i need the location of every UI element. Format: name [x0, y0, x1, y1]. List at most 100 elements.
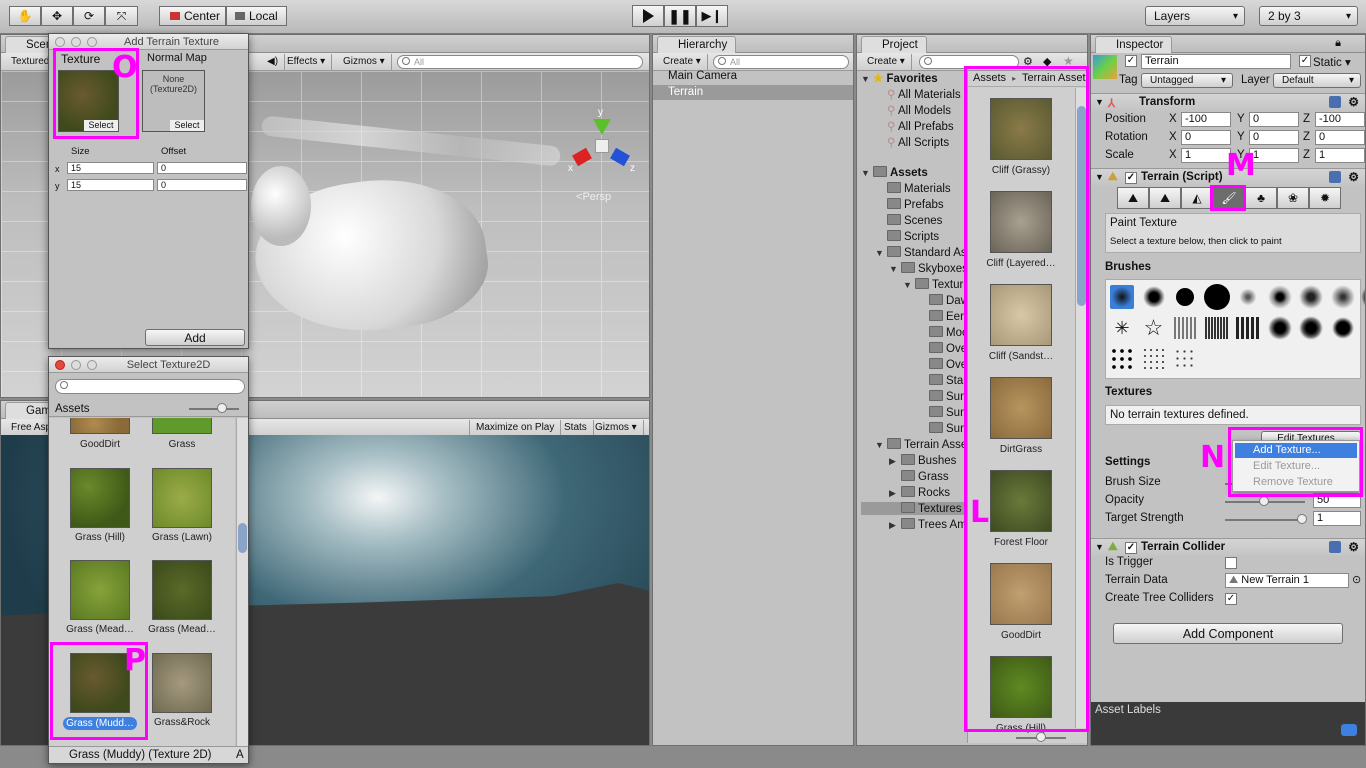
project-folder-item[interactable]: Scenes	[875, 214, 942, 227]
position-z-field[interactable]: -100	[1315, 112, 1365, 127]
create-tree-colliders-checkbox[interactable]: ✓	[1225, 593, 1237, 605]
brush-option[interactable]	[1329, 283, 1357, 311]
gear-icon[interactable]: ⚙	[1348, 95, 1359, 109]
project-folder-item[interactable]: Textures	[861, 502, 967, 515]
hierarchy-search-input[interactable]: All	[713, 55, 849, 69]
brush-option[interactable]	[1234, 314, 1262, 342]
expand-arrow-icon[interactable]: ▼	[903, 280, 915, 290]
brush-option[interactable]	[1360, 283, 1365, 311]
play-button[interactable]	[632, 5, 664, 27]
scene-gizmos-dropdown[interactable]: Gizmos ▾	[337, 54, 392, 70]
brush-option[interactable]	[1108, 345, 1136, 373]
texture-item-grass-hill[interactable]	[70, 468, 130, 528]
paint-height-tool-button[interactable]: ⛰	[1149, 187, 1181, 209]
minimize-icon[interactable]	[71, 37, 81, 47]
texture-item-grass-rock[interactable]	[152, 653, 212, 713]
size-y-field[interactable]: 15	[67, 179, 154, 191]
texture-item-grass-meadow-2[interactable]	[152, 560, 212, 620]
target-strength-slider[interactable]	[1225, 519, 1305, 521]
pivot-local-button[interactable]: Local	[226, 6, 287, 26]
scale-y-field[interactable]: 1	[1249, 148, 1299, 163]
rotation-y-field[interactable]: 0	[1249, 130, 1299, 145]
project-folder-item[interactable]: Scripts	[875, 230, 939, 243]
gear-icon[interactable]: ⚙	[1348, 540, 1359, 554]
step-button[interactable]: ▶❙	[696, 5, 728, 27]
brush-option[interactable]	[1171, 345, 1199, 373]
brush-option[interactable]	[1171, 283, 1199, 311]
add-button[interactable]: Add	[145, 329, 245, 346]
static-dropdown[interactable]: Static ▾	[1313, 55, 1351, 69]
assets-root[interactable]: ▼ Assets	[861, 166, 928, 179]
brush-option[interactable]	[1297, 314, 1325, 342]
project-folder-item[interactable]: ▶ Bushes	[889, 454, 956, 467]
hierarchy-create-dropdown[interactable]: Create ▾	[657, 54, 708, 70]
object-picker-icon[interactable]: ⊙	[1352, 573, 1361, 586]
texture-item-gooddirt[interactable]	[70, 418, 130, 434]
position-x-field[interactable]: -100	[1181, 112, 1231, 127]
brush-option[interactable]	[1297, 283, 1325, 311]
brush-option[interactable]	[1329, 314, 1357, 342]
target-strength-field[interactable]: 1	[1313, 511, 1361, 526]
move-tool-button[interactable]: ✥	[41, 6, 73, 26]
layers-dropdown[interactable]: Layers	[1145, 6, 1245, 26]
normal-select-button[interactable]: Select	[170, 120, 204, 131]
expand-arrow-icon[interactable]: ▼	[875, 248, 887, 258]
expand-arrow-icon[interactable]: ▼	[889, 264, 901, 274]
static-checkbox[interactable]: ✓	[1299, 55, 1311, 67]
project-folder-item[interactable]: Prefabs	[875, 198, 944, 211]
rotate-tool-button[interactable]: ⟳	[73, 6, 105, 26]
texture-item-grass-lawn[interactable]	[152, 468, 212, 528]
zoom-icon[interactable]	[87, 37, 97, 47]
project-folder-item[interactable]: Grass	[889, 470, 949, 483]
size-x-field[interactable]: 15	[67, 162, 154, 174]
favorite-item[interactable]: ⚲ All Prefabs	[887, 119, 954, 133]
expand-arrow-icon[interactable]: ▼	[875, 440, 887, 450]
rotation-z-field[interactable]: 0	[1315, 130, 1365, 145]
pause-button[interactable]: ❚❚	[664, 5, 696, 27]
help-icon[interactable]	[1329, 541, 1341, 553]
zoom-slider-knob[interactable]	[217, 403, 227, 413]
project-folder-item[interactable]: ▼ Skyboxes	[889, 262, 968, 275]
expand-arrow-icon[interactable]: ▶	[889, 520, 901, 531]
hierarchy-item-terrain-selected[interactable]: Terrain	[653, 85, 853, 100]
tab-hierarchy[interactable]: Hierarchy	[657, 36, 737, 53]
terrain-script-enabled-checkbox[interactable]: ✓	[1125, 172, 1137, 184]
brush-option[interactable]	[1266, 283, 1294, 311]
paint-details-tool-button[interactable]: ❀	[1277, 187, 1309, 209]
transform-header[interactable]: ▼ ⅄ Transform ⚙	[1091, 93, 1365, 111]
texture-grid-scrollbar[interactable]	[236, 418, 248, 746]
brush-option[interactable]: ☆	[1140, 314, 1168, 342]
brush-option[interactable]	[1203, 314, 1231, 342]
collider-enabled-checkbox[interactable]: ✓	[1125, 542, 1137, 554]
add-component-button[interactable]: Add Component	[1113, 623, 1343, 644]
texture-item-grass-meadow-1[interactable]	[70, 560, 130, 620]
project-folder-item[interactable]: ▶ Rocks	[889, 486, 950, 499]
brush-option[interactable]	[1140, 283, 1168, 311]
terrain-settings-tool-button[interactable]: ✹	[1309, 187, 1341, 209]
close-icon[interactable]	[55, 360, 65, 370]
gear-icon[interactable]: ⚙	[1348, 170, 1359, 184]
brush-option[interactable]	[1266, 314, 1294, 342]
rotation-x-field[interactable]: 0	[1181, 130, 1231, 145]
project-create-dropdown[interactable]: Create ▾	[861, 54, 912, 70]
scale-tool-button[interactable]: ⤧	[105, 6, 138, 26]
effects-dropdown[interactable]: Effects ▾	[281, 54, 333, 70]
target-strength-knob[interactable]	[1297, 514, 1307, 524]
brush-option[interactable]	[1234, 283, 1262, 311]
favorite-item[interactable]: ⚲ All Models	[887, 103, 951, 117]
tab-project[interactable]: Project	[861, 36, 927, 53]
maximize-on-play-toggle[interactable]: Maximize on Play	[469, 420, 562, 436]
object-name-field[interactable]: Terrain	[1141, 54, 1291, 69]
scrollbar-thumb[interactable]	[238, 523, 247, 553]
smooth-tool-button[interactable]: ◭	[1181, 187, 1213, 209]
lock-icon[interactable]: 🔒︎	[1335, 37, 1341, 50]
texture-search-input[interactable]	[55, 379, 245, 394]
brush-option[interactable]	[1108, 283, 1136, 311]
scene-search-input[interactable]: All	[397, 55, 643, 69]
minimize-icon[interactable]	[71, 360, 81, 370]
tab-assets[interactable]: Assets	[55, 403, 90, 415]
normal-map-slot[interactable]: None (Texture2D) Select	[142, 70, 205, 132]
pivot-center-button[interactable]: Center	[159, 6, 226, 26]
expand-arrow-icon[interactable]: ▶	[889, 488, 901, 499]
scale-z-field[interactable]: 1	[1315, 148, 1365, 163]
